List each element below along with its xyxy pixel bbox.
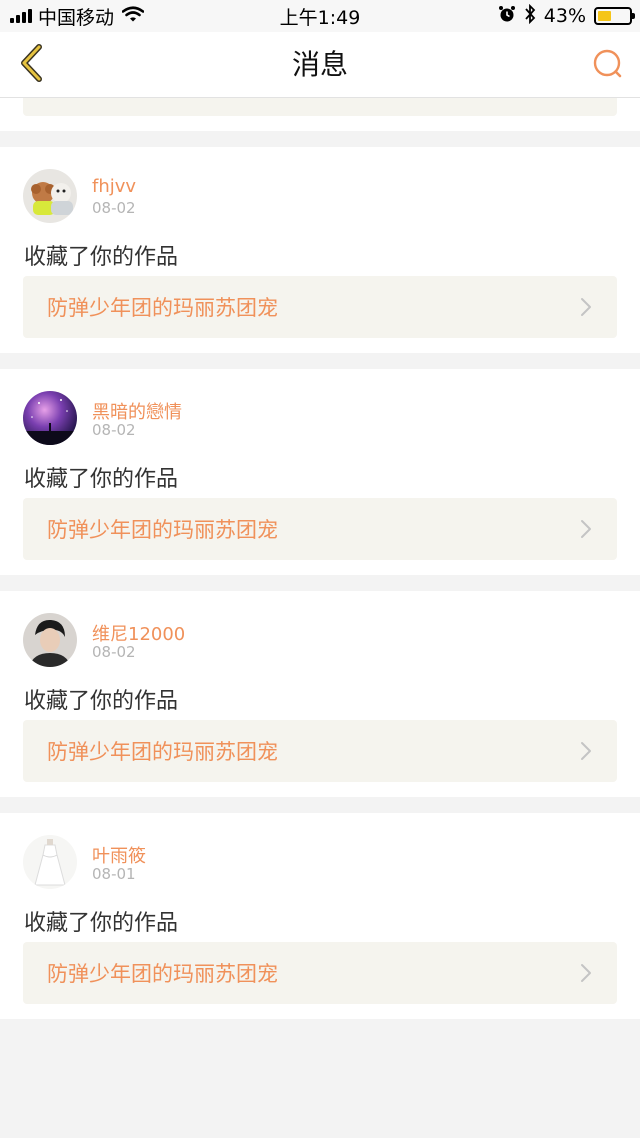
- avatar[interactable]: [23, 613, 77, 667]
- work-title: 防弹少年团的玛丽苏团宠: [47, 962, 278, 986]
- work-title: 防弹少年团的玛丽苏团宠: [47, 740, 278, 764]
- battery-icon: [594, 7, 635, 25]
- work-link[interactable]: 防弹少年团的玛丽苏团宠: [23, 498, 617, 560]
- chevron-right-icon: [579, 98, 593, 100]
- battery-percent: 43%: [543, 5, 586, 27]
- avatar[interactable]: [23, 169, 77, 223]
- notification-action: 收藏了你的作品: [24, 911, 179, 936]
- message-list: 08-03 收藏了你的作品 防弹少年团的玛丽苏团宠 fhjvv 08-02 收藏…: [0, 98, 640, 1035]
- wifi-icon: [121, 5, 145, 27]
- work-title: 防弹少年团的玛丽苏团宠: [47, 296, 278, 320]
- notification-date: 08-01: [92, 865, 136, 883]
- chevron-right-icon: [579, 740, 593, 766]
- nav-bar: 消息: [0, 32, 640, 98]
- search-icon: [591, 47, 625, 85]
- bluetooth-icon: [524, 3, 536, 29]
- work-title: 防弹少年团的玛丽苏团宠: [47, 98, 278, 100]
- work-link[interactable]: 防弹少年团的玛丽苏团宠: [23, 276, 617, 338]
- user-name[interactable]: fhjvv: [92, 176, 136, 197]
- notification-card: 08-03 收藏了你的作品 防弹少年团的玛丽苏团宠: [0, 98, 640, 131]
- chevron-right-icon: [579, 296, 593, 322]
- notification-card: 叶雨筱 08-01 收藏了你的作品 防弹少年团的玛丽苏团宠: [0, 813, 640, 1019]
- work-link[interactable]: 防弹少年团的玛丽苏团宠: [23, 942, 617, 1004]
- chevron-right-icon: [579, 962, 593, 988]
- signal-icon: [10, 9, 32, 23]
- status-right: 43%: [498, 3, 635, 29]
- search-button[interactable]: [588, 46, 628, 86]
- notification-date: 08-02: [92, 421, 136, 439]
- work-link[interactable]: 防弹少年团的玛丽苏团宠: [23, 720, 617, 782]
- notification-date: 08-02: [92, 643, 136, 661]
- notification-action: 收藏了你的作品: [24, 689, 179, 714]
- notification-action: 收藏了你的作品: [24, 467, 179, 492]
- work-link[interactable]: 防弹少年团的玛丽苏团宠: [23, 98, 617, 116]
- alarm-icon: [498, 5, 516, 28]
- status-bar: 中国移动 上午1:49 43%: [0, 0, 640, 32]
- notification-card: fhjvv 08-02 收藏了你的作品 防弹少年团的玛丽苏团宠: [0, 147, 640, 353]
- avatar[interactable]: [23, 391, 77, 445]
- avatar[interactable]: [23, 835, 77, 889]
- page-title: 消息: [291, 48, 348, 81]
- notification-action: 收藏了你的作品: [24, 245, 179, 270]
- status-left: 中国移动: [10, 3, 145, 30]
- message-feed[interactable]: 08-03 收藏了你的作品 防弹少年团的玛丽苏团宠 fhjvv 08-02 收藏…: [0, 98, 640, 1138]
- carrier-label: 中国移动: [38, 6, 115, 29]
- notification-card: 黑暗的戀情 08-02 收藏了你的作品 防弹少年团的玛丽苏团宠: [0, 369, 640, 575]
- notification-card: 维尼12000 08-02 收藏了你的作品 防弹少年团的玛丽苏团宠: [0, 591, 640, 797]
- notification-date: 08-02: [92, 199, 136, 217]
- work-title: 防弹少年团的玛丽苏团宠: [47, 518, 278, 542]
- chevron-right-icon: [579, 518, 593, 544]
